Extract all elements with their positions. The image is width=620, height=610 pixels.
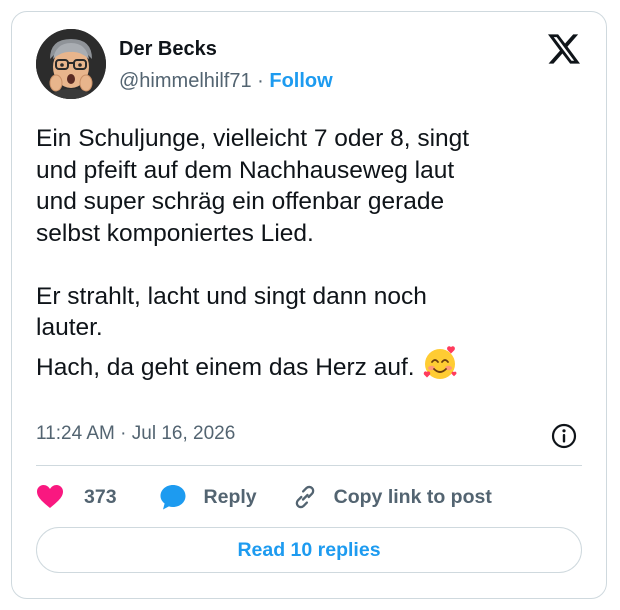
divider: [36, 465, 582, 466]
author-handle[interactable]: @himmelhilf71: [119, 70, 252, 92]
copy-link-label: Copy link to post: [333, 485, 492, 508]
x-logo-icon[interactable]: [548, 34, 580, 64]
like-count: 373: [84, 485, 117, 508]
like-button[interactable]: 373: [36, 484, 117, 510]
link-icon: [295, 485, 314, 509]
reply-button[interactable]: Reply: [159, 483, 257, 511]
info-icon[interactable]: [550, 422, 578, 450]
copy-link-button[interactable]: Copy link to post: [292, 484, 492, 510]
tweet-card: Der Becks @himmelhilf71 · Follow Ein Sch…: [11, 11, 607, 599]
handle-row: @himmelhilf71 · Follow: [119, 70, 333, 93]
read-replies-label: Read 10 replies: [237, 538, 381, 561]
avatar-memoji-icon: [36, 29, 106, 99]
reply-label: Reply: [203, 485, 257, 508]
heart-icon: [37, 485, 63, 508]
follow-button[interactable]: Follow: [269, 70, 332, 92]
tweet-text-content: Ein Schuljunge, vielleicht 7 oder 8, sin…: [36, 125, 470, 381]
read-replies-button[interactable]: Read 10 replies: [36, 527, 582, 573]
tweet-timestamp[interactable]: 11:24 AM · Jul 16, 2026: [36, 423, 235, 445]
smiling-face-with-hearts-icon: [423, 345, 457, 379]
avatar[interactable]: [36, 29, 106, 99]
tweet-text: Ein Schuljunge, vielleicht 7 oder 8, sin…: [36, 123, 596, 383]
separator-dot: ·: [257, 70, 264, 92]
action-bar: 373 Reply Copy link to post: [36, 482, 492, 512]
author-name[interactable]: Der Becks: [119, 38, 217, 61]
speech-bubble-icon: [160, 485, 186, 510]
